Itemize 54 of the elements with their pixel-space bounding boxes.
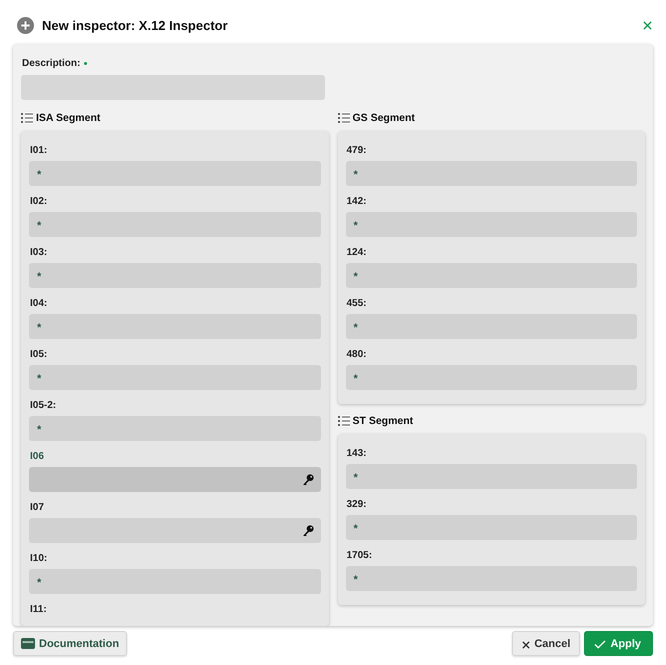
input-field[interactable]: *	[346, 515, 637, 540]
input-field[interactable]: *	[29, 569, 320, 594]
input-field[interactable]: *	[346, 161, 637, 186]
field-label: I02:	[29, 195, 48, 209]
field-label: I10:	[29, 552, 48, 566]
field-label: I01:	[29, 144, 48, 158]
field-label: Description:	[22, 57, 80, 71]
list-icon	[21, 113, 33, 123]
input-field[interactable]: *	[346, 464, 637, 489]
input-field[interactable]: *	[346, 365, 637, 390]
input-field[interactable]: *	[29, 212, 320, 237]
close-icon[interactable]	[643, 20, 652, 30]
input-field[interactable]: *	[346, 566, 637, 591]
field-label: I04:	[29, 297, 48, 311]
input-field[interactable]: *	[29, 314, 320, 339]
field-label: 455:	[346, 297, 367, 311]
apply-button[interactable]: Apply	[584, 631, 653, 656]
input-field[interactable]: *	[346, 314, 637, 339]
input-field[interactable]: *	[346, 263, 637, 288]
input-field[interactable]: *	[29, 263, 320, 288]
section-title: ST Segment	[352, 415, 414, 427]
key-icon	[302, 525, 314, 536]
section-title: ISA Segment	[36, 112, 100, 124]
list-icon	[338, 113, 350, 123]
field-label: 1705:	[346, 549, 372, 563]
field-label: 479:	[346, 144, 367, 158]
field-label: I11:	[29, 603, 47, 617]
input-field[interactable]: *	[29, 416, 320, 441]
card-icon	[21, 638, 35, 649]
input-field[interactable]: *	[29, 365, 320, 390]
input-field[interactable]: *	[29, 161, 320, 186]
password-field[interactable]	[29, 467, 320, 492]
dialog-title: New inspector: X.12 Inspector	[42, 18, 229, 32]
cross-icon	[522, 640, 530, 648]
input-field[interactable]: *	[346, 212, 637, 237]
field-label: 142:	[346, 195, 367, 209]
check-icon	[594, 640, 606, 649]
documentation-button[interactable]: Documentation	[13, 631, 128, 656]
field-label: I03:	[29, 246, 48, 260]
field-label: I05-2:	[29, 399, 56, 413]
field-label: 480:	[346, 348, 367, 362]
key-icon	[302, 474, 314, 485]
field-label: 124:	[346, 246, 367, 260]
cancel-button[interactable]: Cancel	[512, 631, 580, 656]
add-icon	[17, 16, 34, 34]
field-label: I07	[29, 501, 44, 515]
field-label: 329:	[346, 498, 367, 512]
field-label: 143:	[346, 447, 367, 461]
field-label: I05:	[29, 348, 48, 362]
section-title: GS Segment	[352, 112, 415, 124]
input-field[interactable]	[21, 75, 325, 100]
list-icon	[338, 416, 350, 426]
password-field[interactable]	[29, 518, 320, 543]
field-label: I06	[29, 450, 44, 464]
